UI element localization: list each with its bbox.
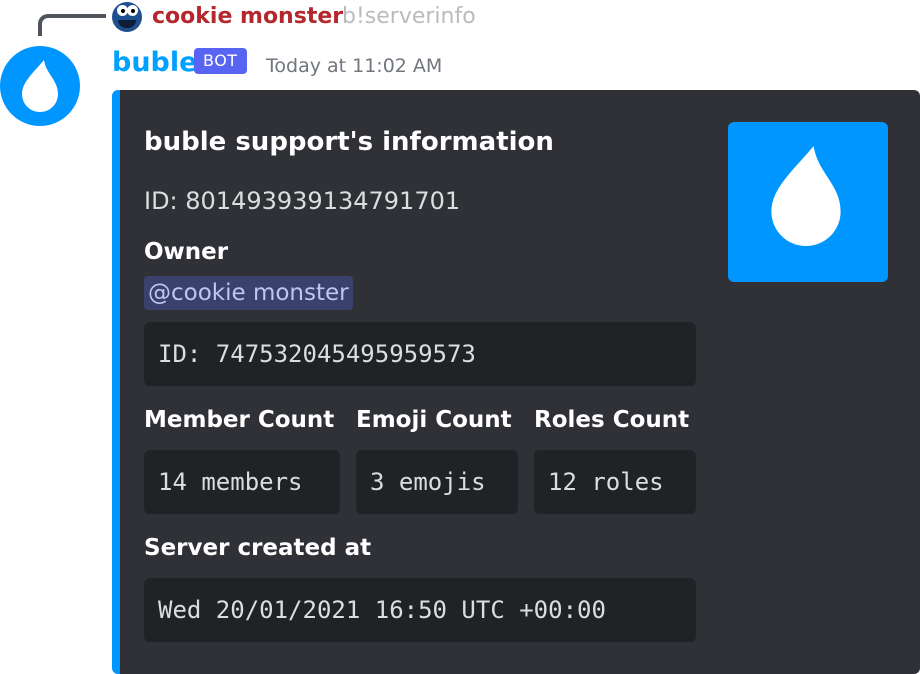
mouth-icon bbox=[118, 20, 136, 28]
roles-count-code: 12 roles bbox=[534, 450, 696, 514]
field-owner-name: Owner bbox=[144, 239, 229, 265]
reply-content[interactable]: b!serverinfo bbox=[342, 2, 476, 32]
bot-avatar[interactable] bbox=[0, 46, 80, 126]
field-emoji-count-name: Emoji Count bbox=[356, 407, 512, 433]
reply-connector bbox=[38, 14, 106, 36]
field-member-count-name: Member Count bbox=[144, 407, 335, 433]
message-timestamp[interactable]: Today at 11:02 AM bbox=[266, 52, 442, 80]
water-drop-icon bbox=[771, 146, 841, 246]
field-created-name: Server created at bbox=[144, 535, 372, 561]
eye-icon bbox=[127, 5, 138, 16]
created-date-code: Wed 20/01/2021 16:50 UTC +00:00 bbox=[144, 578, 696, 642]
bot-tag-badge: BOT bbox=[194, 48, 247, 74]
reply-avatar-icon[interactable] bbox=[112, 2, 142, 32]
owner-mention[interactable]: @cookie monster bbox=[144, 276, 353, 310]
emoji-count-code: 3 emojis bbox=[356, 450, 518, 514]
member-count-code: 14 members bbox=[144, 450, 340, 514]
owner-id-code: ID: 747532045495959573 bbox=[144, 322, 696, 386]
reply-author-name[interactable]: cookie monster bbox=[152, 2, 343, 32]
water-drop-icon bbox=[22, 60, 58, 112]
message-author-name[interactable]: buble bbox=[112, 46, 197, 80]
field-roles-count-name: Roles Count bbox=[534, 407, 690, 433]
embed-title: buble support's information bbox=[144, 127, 554, 157]
embed-thumbnail[interactable] bbox=[728, 122, 888, 282]
embed-description: ID: 801493939134791701 bbox=[144, 187, 461, 215]
